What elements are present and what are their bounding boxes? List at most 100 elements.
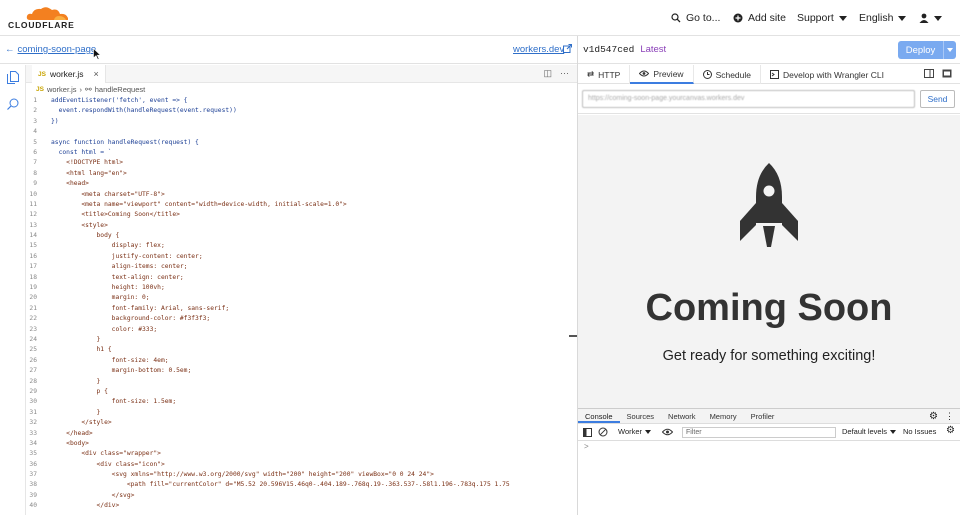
tab-http[interactable]: ⇄ HTTP [578, 65, 631, 84]
code-line[interactable]: 26 font-size: 4em; [26, 356, 577, 366]
add-site-button[interactable]: Add site [733, 0, 786, 36]
account-menu[interactable] [919, 0, 942, 36]
code-line[interactable]: 14 body { [26, 231, 577, 241]
close-icon[interactable]: × [94, 69, 99, 79]
devtools-tab-console[interactable]: Console [578, 409, 620, 423]
line-number: 32 [29, 419, 37, 427]
code-line[interactable]: 7 <!DOCTYPE html> [26, 158, 577, 168]
code-text: h1 { [51, 346, 112, 354]
sidebar-toggle-icon[interactable] [583, 428, 592, 437]
devtools-icon[interactable] [942, 69, 952, 78]
code-text: <head> [51, 180, 89, 188]
code-line[interactable]: 33 </head> [26, 429, 577, 439]
more-actions-icon[interactable]: ⋯ [560, 68, 569, 79]
code-line[interactable]: 34 <body> [26, 439, 577, 449]
tab-label: HTTP [598, 69, 621, 80]
code-line[interactable]: 19 height: 100vh; [26, 283, 577, 293]
code-line[interactable]: 23 color: #333; [26, 325, 577, 335]
file-tab-worker-js[interactable]: JS worker.js × [32, 65, 106, 83]
code-line[interactable]: 35 <div class="wrapper"> [26, 449, 577, 459]
tab-schedule[interactable]: Schedule [694, 65, 762, 84]
code-text: </head> [51, 429, 93, 437]
issues-counter[interactable]: No Issues [903, 427, 936, 436]
code-line[interactable]: 15 display: flex; [26, 241, 577, 251]
tab-preview[interactable]: Preview [630, 65, 694, 84]
workers-dev-link[interactable]: workers.dev [513, 44, 564, 55]
language-menu[interactable]: English [859, 0, 907, 36]
code-line[interactable]: 32 </style> [26, 418, 577, 428]
code-line[interactable]: 24 } [26, 335, 577, 345]
code-line[interactable]: 21 font-family: Arial, sans-serif; [26, 304, 577, 314]
files-icon[interactable] [7, 71, 19, 84]
clear-console-icon[interactable] [598, 427, 608, 437]
code-text: justify-content: center; [51, 252, 203, 260]
code-line[interactable]: 1 addEventListener('fetch', event => { [26, 96, 577, 106]
log-levels-select[interactable]: Default levels [842, 427, 897, 436]
external-link-icon[interactable] [563, 44, 572, 53]
cloudflare-logo[interactable]: CLOUDFLARE [8, 6, 74, 30]
search-icon[interactable] [7, 98, 19, 110]
goto-menu[interactable]: Go to... [671, 0, 720, 36]
code-line[interactable]: 29 p { [26, 387, 577, 397]
console-filter-input[interactable]: Filter [682, 427, 836, 438]
code-line[interactable]: 6 const html = ` [26, 148, 577, 158]
gear-icon[interactable]: ⚙ [929, 411, 938, 422]
devtools-tab-sources[interactable]: Sources [620, 409, 662, 423]
url-input[interactable]: https://coming-soon-page.yourcanvas.work… [582, 90, 915, 108]
devtools-tab-memory[interactable]: Memory [703, 409, 744, 423]
deploy-options-button[interactable] [943, 41, 956, 59]
code-line[interactable]: 12 <title>Coming Soon</title> [26, 210, 577, 220]
breadcrumb-symbol[interactable]: handleRequest [95, 85, 145, 94]
breadcrumb-file[interactable]: worker.js [47, 85, 77, 94]
code-text: } [51, 377, 101, 385]
more-vertical-icon[interactable]: ⋮ [945, 411, 954, 422]
code-line[interactable]: 22 background-color: #f3f3f3; [26, 314, 577, 324]
code-line[interactable]: 9 <head> [26, 179, 577, 189]
devtools-tab-network[interactable]: Network [661, 409, 703, 423]
code-line[interactable]: 38 <path fill="currentColor" d="M5.52 20… [26, 480, 577, 490]
line-number: 35 [29, 450, 37, 458]
code-line[interactable]: 30 font-size: 1.5em; [26, 397, 577, 407]
devtools-tab-profiler[interactable]: Profiler [744, 409, 782, 423]
code-line[interactable]: 3}) [26, 117, 577, 127]
back-link[interactable]: ← coming-soon-page [5, 44, 96, 55]
code-line[interactable]: 5 async function handleRequest(request) { [26, 138, 577, 148]
code-line[interactable]: 13 <style> [26, 221, 577, 231]
eye-icon[interactable] [662, 428, 673, 436]
code-line[interactable]: 18 text-align: center; [26, 273, 577, 283]
line-number: 6 [33, 148, 37, 156]
console-prompt[interactable]: > [584, 442, 589, 451]
support-menu[interactable]: Support [797, 0, 847, 36]
code-line[interactable]: 37 <svg xmlns="http://www.w3.org/2000/sv… [26, 470, 577, 480]
code-line[interactable]: 8 <html lang="en"> [26, 169, 577, 179]
code-line[interactable]: 2 event.respondWith(handleRequest(event.… [26, 106, 577, 116]
scrollbar-marker [569, 335, 577, 337]
code-line[interactable]: 11 <meta name="viewport" content="width=… [26, 200, 577, 210]
code-line[interactable]: 17 align-items: center; [26, 262, 577, 272]
context-select[interactable]: Worker [618, 427, 652, 436]
code-line[interactable]: 28 } [26, 377, 577, 387]
code-line[interactable]: 39 </svg> [26, 491, 577, 501]
tab-wrangler[interactable]: Develop with Wrangler CLI [761, 65, 893, 84]
send-button[interactable]: Send [920, 90, 955, 108]
code-line[interactable]: 27 margin-bottom: 0.5em; [26, 366, 577, 376]
chevron-down-icon [645, 429, 652, 434]
code-line[interactable]: 25 h1 { [26, 345, 577, 355]
code-line[interactable]: 16 justify-content: center; [26, 252, 577, 262]
code-editor[interactable]: 1 addEventListener('fetch', event => {2 e… [26, 96, 577, 515]
deploy-button[interactable]: Deploy [898, 41, 956, 59]
toggle-panel-icon[interactable] [924, 69, 934, 78]
line-number: 17 [29, 263, 37, 271]
code-text: <style> [51, 221, 108, 229]
code-line[interactable]: 40 </div> [26, 501, 577, 511]
code-text: <path fill="currentColor" d="M5.52 20.59… [51, 481, 510, 489]
code-line[interactable]: 31 } [26, 408, 577, 418]
code-line[interactable]: 10 <meta charset="UTF-8"> [26, 190, 577, 200]
line-number: 33 [29, 429, 37, 437]
gear-icon[interactable]: ⚙ [946, 425, 955, 436]
code-line[interactable]: 4 [26, 127, 577, 137]
code-line[interactable]: 20 margin: 0; [26, 293, 577, 303]
code-text: p { [51, 387, 108, 395]
code-line[interactable]: 36 <div class="icon"> [26, 460, 577, 470]
split-editor-icon[interactable]: ◫ [543, 68, 552, 79]
